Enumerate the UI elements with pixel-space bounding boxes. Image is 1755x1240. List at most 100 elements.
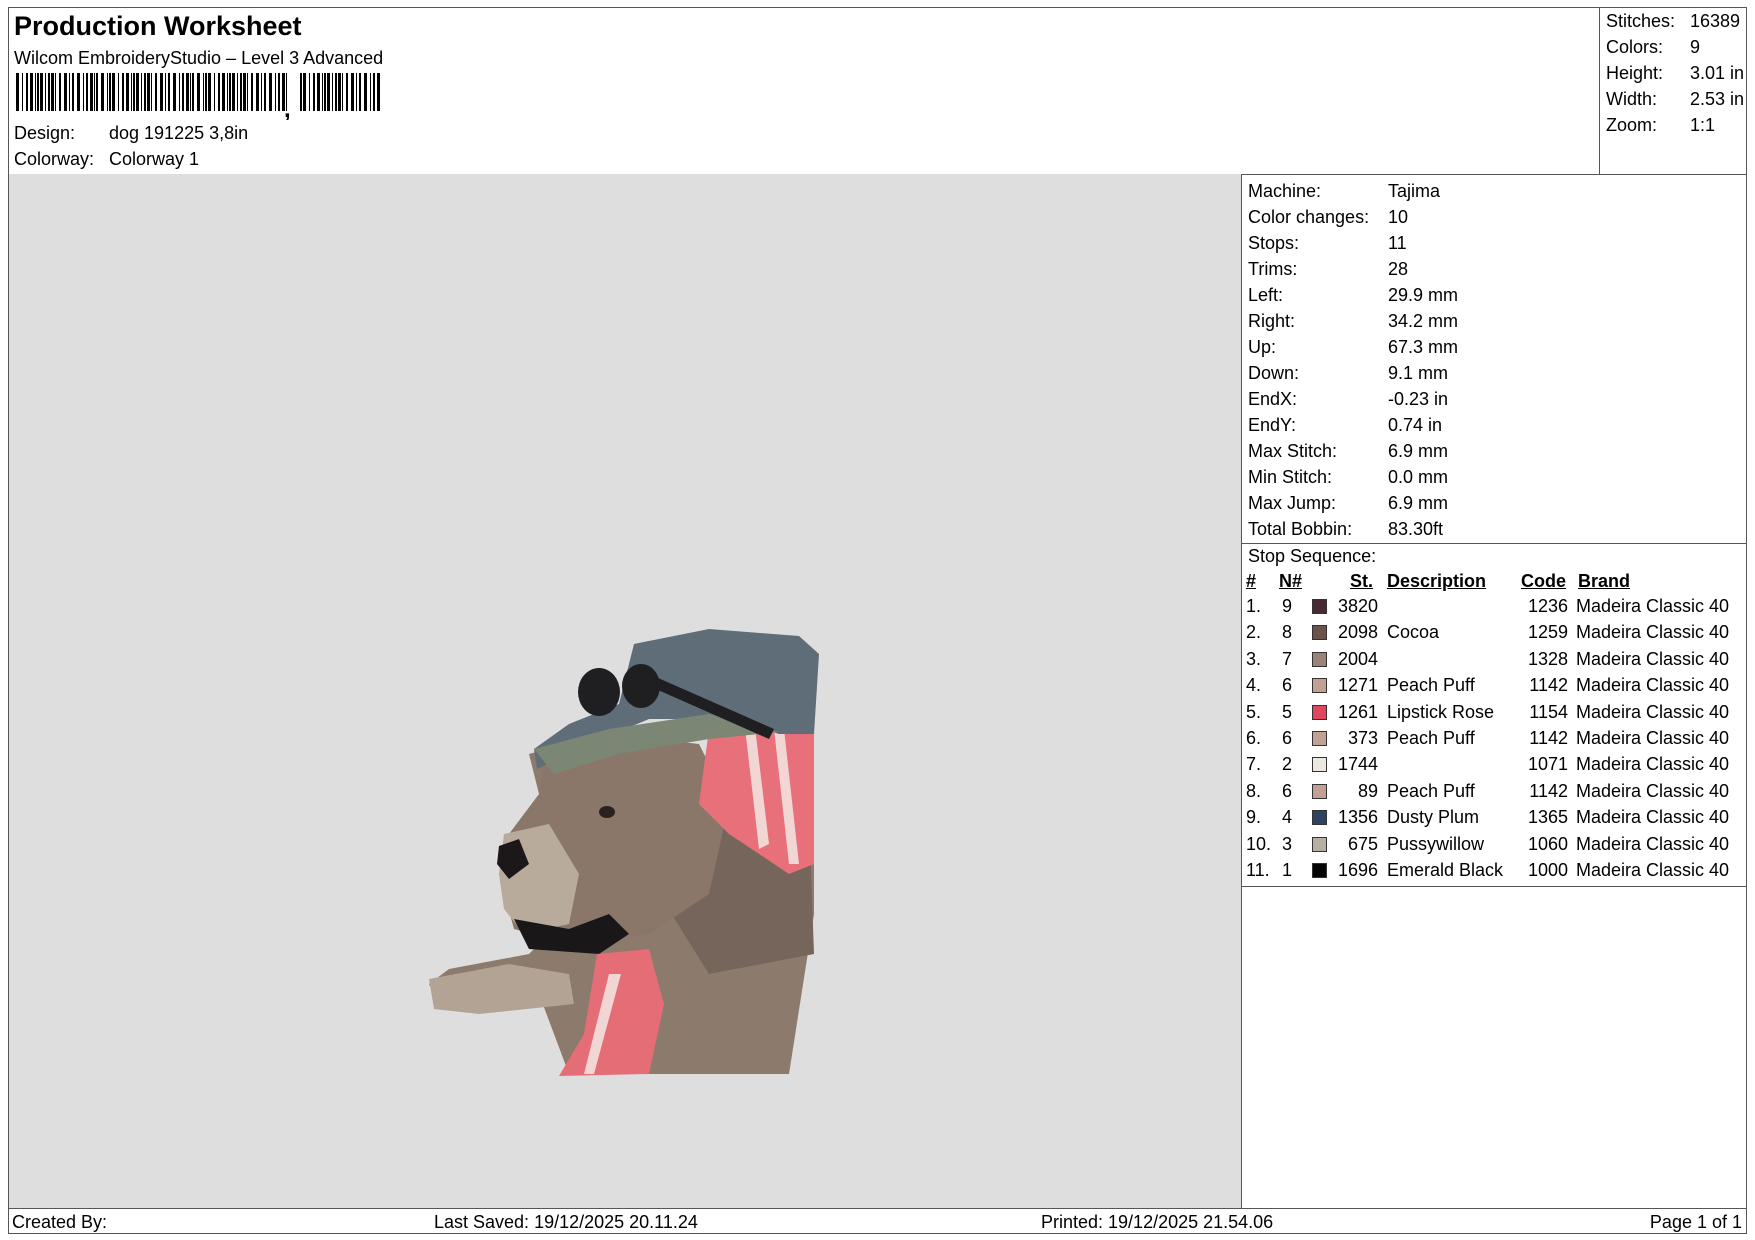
col-header-description: Description xyxy=(1387,571,1487,591)
worksheet-header: Production Worksheet Wilcom EmbroiderySt… xyxy=(9,8,1599,175)
stat-label: Colors: xyxy=(1606,37,1664,57)
stat-value: 9 xyxy=(1690,37,1701,57)
thread-color-swatch xyxy=(1312,757,1327,773)
info-value: 10 xyxy=(1388,207,1409,227)
info-value: 83.30ft xyxy=(1388,519,1444,539)
row-stitches: 2004 xyxy=(1337,648,1378,669)
row-brand: Madeira Classic 40 xyxy=(1576,728,1730,748)
info-label: EndY: xyxy=(1248,415,1297,435)
row-stitches: 2098 xyxy=(1337,622,1378,643)
row-stitches: 1744 xyxy=(1337,754,1378,775)
thread-color-swatch xyxy=(1312,704,1327,720)
row-code: 1142 xyxy=(1529,728,1568,748)
section-divider xyxy=(1242,543,1746,544)
row-brand: Madeira Classic 40 xyxy=(1576,833,1730,854)
info-row-min-stitch: Min Stitch: 0.0 mm xyxy=(1248,467,1448,488)
info-value: 0.0 mm xyxy=(1388,467,1449,487)
thread-color-swatch xyxy=(1312,599,1327,614)
row-needle: 4 xyxy=(1282,807,1293,828)
thread-color-swatch xyxy=(1312,678,1327,694)
info-value: 6.9 mm xyxy=(1388,441,1449,461)
row-brand: Madeira Classic 40 xyxy=(1576,648,1730,669)
thread-color-swatch xyxy=(1312,810,1327,826)
row-needle: 6 xyxy=(1282,728,1293,748)
row-index: 3. xyxy=(1246,648,1262,669)
section-divider xyxy=(1242,886,1746,887)
software-name: Wilcom EmbroideryStudio – Level 3 Advanc… xyxy=(14,48,384,68)
info-row-left: Left: 29.9 mm xyxy=(1248,285,1458,306)
embroidery-dog-image xyxy=(429,629,819,1076)
svg-text:,: , xyxy=(284,96,291,120)
row-code: 1365 xyxy=(1527,807,1568,828)
row-description: Cocoa xyxy=(1387,622,1440,643)
row-code: 1071 xyxy=(1527,754,1568,775)
info-value: 67.3 mm xyxy=(1388,337,1459,357)
row-needle: 2 xyxy=(1282,754,1293,775)
stat-label: Stitches: xyxy=(1606,11,1676,31)
row-index: 2. xyxy=(1246,622,1262,643)
info-label: Right: xyxy=(1248,311,1296,331)
info-value: 34.2 mm xyxy=(1388,311,1459,331)
row-stitches: 1696 xyxy=(1337,860,1378,880)
row-description: Dusty Plum xyxy=(1387,807,1480,828)
stop-sequence-row: 10. 3 675 Pussywillow 1060 Madeira Classic 40 xyxy=(1242,834,1746,860)
row-index: 9. xyxy=(1246,807,1262,828)
col-header-index: # xyxy=(1246,571,1257,591)
row-description: Peach Puff xyxy=(1387,780,1475,801)
info-label: Up: xyxy=(1248,337,1277,357)
row-brand: Madeira Classic 40 xyxy=(1576,754,1730,775)
row-needle: 8 xyxy=(1282,622,1293,643)
row-code: 1060 xyxy=(1527,833,1568,854)
info-row-trims: Trims: 28 xyxy=(1248,259,1408,280)
row-needle: 1 xyxy=(1282,860,1293,880)
row-index: 7. xyxy=(1246,754,1262,775)
row-brand: Madeira Classic 40 xyxy=(1576,807,1730,828)
info-label: Max Jump: xyxy=(1248,493,1337,513)
row-description: Peach Puff xyxy=(1387,675,1475,696)
info-value: 11 xyxy=(1388,233,1407,253)
stat-value: 3.01 in xyxy=(1690,63,1745,83)
colorway-row: Colorway: Colorway 1 xyxy=(14,149,199,170)
machine-info-panel: Machine: Tajima Color changes: 10 Stops: 11… xyxy=(1242,174,1746,1208)
row-index: 10. xyxy=(1246,833,1272,854)
row-brand: Madeira Classic 40 xyxy=(1576,675,1730,696)
info-row-max-stitch: Max Stitch: 6.9 mm xyxy=(1248,441,1448,462)
row-code: 1142 xyxy=(1529,780,1568,801)
stat-label: Zoom: xyxy=(1606,115,1658,135)
row-brand: Madeira Classic 40 xyxy=(1576,701,1730,722)
info-row-right: Right: 34.2 mm xyxy=(1248,311,1458,332)
row-code: 1000 xyxy=(1527,860,1568,880)
info-row-endx: EndX: -0.23 in xyxy=(1248,389,1448,410)
info-label: Left: xyxy=(1248,285,1284,305)
info-label: Trims: xyxy=(1248,259,1298,279)
info-label: Down: xyxy=(1248,363,1300,383)
row-brand: Madeira Classic 40 xyxy=(1576,596,1730,616)
col-header-needle: N# xyxy=(1279,571,1303,591)
row-index: 1. xyxy=(1246,596,1262,616)
design-stats-box: Stitches: 16389 Colors: 9 Height: 3.01 in W… xyxy=(1599,8,1747,175)
row-brand: Madeira Classic 40 xyxy=(1576,780,1730,801)
info-row-total-bobbin: Total Bobbin: 83.30ft xyxy=(1248,519,1443,540)
row-description: Peach Puff xyxy=(1387,728,1475,748)
info-row-color-changes: Color changes: 10 xyxy=(1248,207,1408,228)
stop-sequence-row: 8. 6 89 Peach Puff 1142 Madeira Classic 40 xyxy=(1242,781,1746,807)
row-needle: 9 xyxy=(1282,596,1293,616)
row-code: 1154 xyxy=(1529,701,1568,722)
stat-label: Width: xyxy=(1606,89,1658,109)
thread-color-swatch xyxy=(1312,783,1327,799)
info-row-stops: Stops: 11 xyxy=(1248,233,1407,254)
row-needle: 6 xyxy=(1282,675,1293,696)
row-needle: 3 xyxy=(1282,833,1293,854)
colorway-value: Colorway 1 xyxy=(109,149,200,169)
col-header-stitches: St. xyxy=(1350,571,1374,591)
info-label: Total Bobbin: xyxy=(1248,519,1353,539)
info-label: Color changes: xyxy=(1248,207,1370,227)
info-row-machine: Machine: Tajima xyxy=(1248,181,1440,202)
stat-value: 16389 xyxy=(1690,11,1741,31)
stat-colors: Colors: 9 xyxy=(1606,37,1700,58)
stat-stitches: Stitches: 16389 xyxy=(1606,11,1740,32)
info-label: Machine: xyxy=(1248,181,1322,201)
row-stitches: 675 xyxy=(1347,833,1378,854)
info-row-max-jump: Max Jump: 6.9 mm xyxy=(1248,493,1448,514)
info-label: EndX: xyxy=(1248,389,1298,409)
